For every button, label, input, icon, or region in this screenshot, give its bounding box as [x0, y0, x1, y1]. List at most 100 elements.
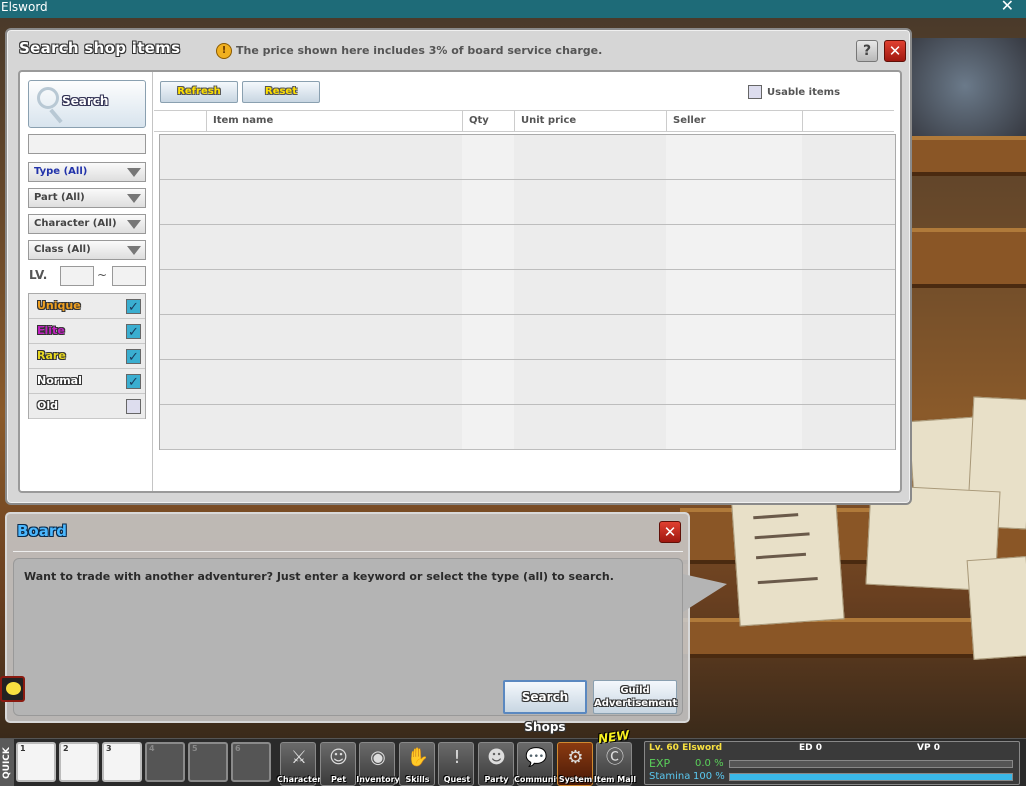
character-dropdown[interactable]: Character (All): [28, 214, 146, 234]
character-status-panel: Lv. 60 Elsword ED 0 VP 0 EXP 0.0 % Stami…: [644, 741, 1020, 785]
skills-icon: ✋: [406, 747, 429, 768]
usable-items-toggle[interactable]: Usable items: [748, 85, 840, 99]
pet-icon: ☺: [329, 747, 348, 768]
search-shops-button[interactable]: Search Shops: [503, 680, 587, 734]
grade-filter-rare[interactable]: Rare: [29, 344, 145, 370]
chevron-down-icon: [127, 246, 141, 255]
table-row[interactable]: [160, 405, 895, 450]
menu-item-mall-button[interactable]: Ⓒ Item Mall: [594, 742, 636, 786]
chat-toggle-button[interactable]: [0, 676, 25, 702]
gear-icon: ⚙: [567, 747, 584, 768]
type-dropdown-label: Type (All): [34, 166, 88, 177]
quick-slot-number: 6: [235, 744, 241, 753]
menu-pet-button[interactable]: ☺ Pet: [319, 742, 356, 786]
quick-slot-number: 3: [106, 744, 112, 753]
grade-checkbox[interactable]: [126, 321, 141, 345]
community-icon: 💬: [525, 747, 548, 768]
reset-button[interactable]: Reset: [242, 81, 320, 103]
board-message-text: Want to trade with another adventurer? J…: [24, 570, 614, 583]
table-row[interactable]: [160, 360, 895, 405]
table-row[interactable]: [160, 135, 895, 180]
grade-checkbox[interactable]: [126, 346, 141, 370]
menu-button-label: Community: [514, 775, 566, 784]
part-dropdown[interactable]: Part (All): [28, 188, 146, 208]
class-dropdown-label: Class (All): [34, 244, 91, 255]
help-button[interactable]: ?: [856, 40, 878, 62]
results-table-body: [159, 134, 896, 450]
usable-items-checkbox[interactable]: [748, 85, 762, 99]
quick-slot-3[interactable]: 3: [102, 742, 142, 782]
stamina-label: Stamina: [649, 771, 691, 782]
character-name: Elsword: [682, 743, 723, 753]
keyword-input[interactable]: [28, 134, 146, 154]
table-row[interactable]: [160, 225, 895, 270]
search-window-header[interactable]: Search shop items ! The price shown here …: [7, 30, 910, 70]
results-table-header: Item name Qty Unit price Seller: [154, 110, 894, 132]
class-dropdown[interactable]: Class (All): [28, 240, 146, 260]
grade-filter-old[interactable]: Old: [29, 394, 145, 419]
background-poster: [966, 556, 1026, 660]
refresh-button[interactable]: Refresh: [160, 81, 238, 103]
exp-value: 0.0 %: [695, 758, 724, 769]
column-item-name[interactable]: Item name: [206, 111, 462, 131]
inventory-icon: ◉: [370, 747, 386, 768]
grade-label: Unique: [37, 299, 81, 312]
table-row[interactable]: [160, 315, 895, 360]
vp-label: VP: [917, 743, 931, 753]
guild-advertisement-button[interactable]: Guild Advertisement: [593, 680, 677, 714]
window-close-icon[interactable]: ✕: [1001, 0, 1014, 14]
filter-panel: Search Type (All) Part (All) Character (…: [20, 72, 153, 491]
menu-button-label: Pet: [330, 775, 347, 784]
menu-character-button[interactable]: ⚔ Character: [277, 742, 321, 786]
search-button-label: Search: [62, 94, 109, 108]
menu-button-label: Character: [277, 775, 322, 784]
menu-button-label: Party: [484, 775, 509, 784]
menu-inventory-button[interactable]: ◉ Inventory: [356, 742, 400, 786]
column-qty[interactable]: Qty: [462, 111, 514, 131]
menu-community-button[interactable]: 💬 Community: [514, 742, 565, 786]
quick-slot-number: 2: [63, 744, 69, 753]
quick-slot-6[interactable]: 6: [231, 742, 271, 782]
menu-party-button[interactable]: ☻ Party: [477, 742, 514, 786]
menu-quest-button[interactable]: ! Quest: [438, 742, 474, 786]
background-poster: [730, 484, 845, 627]
table-row[interactable]: [160, 180, 895, 225]
grade-label: Normal: [37, 374, 82, 387]
quick-slot-number: 4: [149, 744, 155, 753]
magnifier-icon: [37, 87, 59, 109]
vp-value: 0: [933, 743, 940, 753]
grade-filter-list: Unique Elite Rare Normal Old: [28, 293, 146, 419]
table-row[interactable]: [160, 270, 895, 315]
level-min-input[interactable]: [60, 266, 94, 286]
grade-checkbox[interactable]: [126, 296, 141, 320]
grade-label: Old: [37, 399, 58, 412]
level-range-separator: ~: [97, 268, 108, 282]
grade-checkbox[interactable]: [126, 371, 141, 395]
type-dropdown[interactable]: Type (All): [28, 162, 146, 182]
warning-icon: !: [216, 43, 232, 59]
menu-system-button[interactable]: ⚙ System: [556, 742, 593, 786]
quick-slot-1[interactable]: 1: [16, 742, 56, 782]
guild-advertisement-label-2: Advertisement: [594, 698, 678, 709]
usable-items-label: Usable items: [767, 87, 841, 98]
quick-slot-2[interactable]: 2: [59, 742, 99, 782]
board-close-button[interactable]: ✕: [659, 521, 681, 543]
search-window-close-button[interactable]: ✕: [884, 40, 906, 62]
quick-slot-5[interactable]: 5: [188, 742, 228, 782]
menu-button-label: Item Mall: [593, 775, 637, 784]
column-seller[interactable]: Seller: [666, 111, 802, 131]
quick-slot-4[interactable]: 4: [145, 742, 185, 782]
grade-filter-normal[interactable]: Normal: [29, 369, 145, 395]
search-window-body: Search Type (All) Part (All) Character (…: [18, 70, 902, 493]
grade-filter-elite[interactable]: Elite: [29, 319, 145, 345]
column-unit-price[interactable]: Unit price: [514, 111, 666, 131]
quick-slot-tab[interactable]: QUICK: [0, 739, 14, 786]
grade-checkbox[interactable]: [126, 399, 141, 414]
level-max-input[interactable]: [112, 266, 146, 286]
menu-skills-button[interactable]: ✋ Skills: [398, 742, 435, 786]
price-notice-text: The price shown here includes 3% of boar…: [236, 44, 603, 57]
grade-filter-unique[interactable]: Unique: [29, 294, 145, 320]
search-window-title: Search shop items: [19, 39, 181, 57]
search-button[interactable]: Search: [28, 80, 146, 128]
window-titlebar: Elsword ✕: [0, 0, 1026, 18]
